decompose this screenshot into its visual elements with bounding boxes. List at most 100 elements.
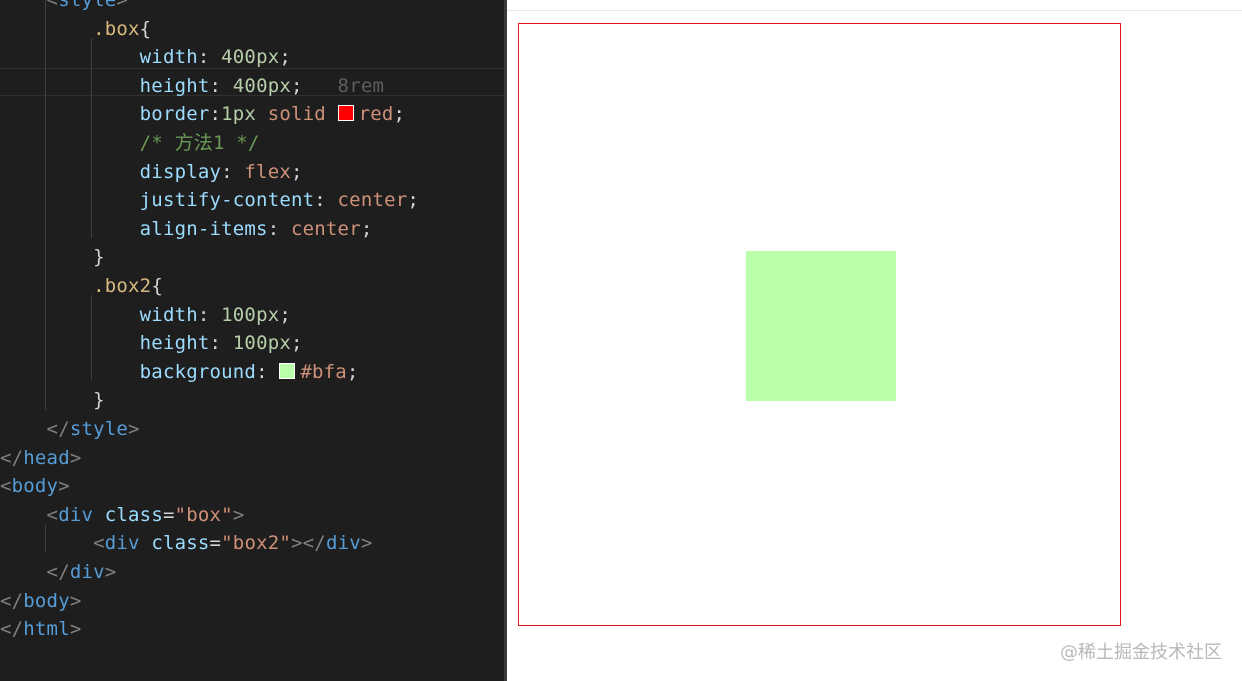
code-line[interactable]: width: 400px; xyxy=(0,43,291,72)
code-line[interactable]: background: #bfa; xyxy=(0,358,359,387)
code-token: div xyxy=(69,561,105,583)
color-swatch-icon[interactable] xyxy=(279,362,296,379)
code-token: 100px xyxy=(221,303,280,326)
code-line[interactable]: </head> xyxy=(0,444,81,473)
code-token: : xyxy=(197,303,222,326)
code-token: background xyxy=(0,360,257,383)
code-token: height xyxy=(0,74,210,97)
code-token: div xyxy=(104,532,140,555)
code-token: ; xyxy=(393,103,406,126)
code-token: ; xyxy=(291,332,303,355)
code-token: ; xyxy=(360,217,373,240)
code-line[interactable]: border:1px solid red; xyxy=(0,100,405,129)
code-token: justify-content xyxy=(0,189,315,212)
code-token: : xyxy=(314,189,338,212)
code-token: 1px xyxy=(221,103,257,126)
code-token: > xyxy=(69,446,82,469)
code-token: "box2" xyxy=(221,532,292,555)
code-token: </ xyxy=(0,561,70,583)
code-token: < xyxy=(0,0,59,11)
code-token: style xyxy=(58,0,117,11)
code-token: : xyxy=(209,74,233,97)
code-token: width xyxy=(0,46,198,69)
code-line[interactable]: </div> xyxy=(0,558,117,587)
code-token: : xyxy=(197,46,222,69)
code-token: < xyxy=(0,503,59,526)
code-line[interactable]: height: 400px; 8rem xyxy=(0,72,384,101)
code-token: solid xyxy=(256,103,338,126)
code-token: class xyxy=(93,503,163,526)
code-line[interactable]: display: flex; xyxy=(0,158,303,187)
code-line[interactable]: </html> xyxy=(0,615,81,644)
code-token: body xyxy=(23,589,70,612)
code-token: > xyxy=(104,561,117,583)
code-token: : xyxy=(221,160,245,183)
code-editor[interactable]: <style> .box{ width: 400px; height: 400p… xyxy=(0,0,504,681)
code-token: div xyxy=(325,532,361,555)
code-token: : xyxy=(209,332,233,355)
code-token: height xyxy=(0,332,210,355)
code-token: : xyxy=(267,217,291,240)
code-token: > xyxy=(58,475,70,498)
code-token: < xyxy=(0,532,105,555)
code-token: div xyxy=(58,503,94,526)
code-token: style xyxy=(69,418,129,440)
code-line[interactable]: width: 100px; xyxy=(0,301,291,330)
code-token: > xyxy=(128,418,140,440)
code-token: : xyxy=(256,360,280,383)
code-token: #bfa xyxy=(300,360,347,383)
code-token: .box xyxy=(0,17,140,40)
code-line[interactable]: justify-content: center; xyxy=(0,186,419,215)
code-token: "box" xyxy=(174,503,233,526)
code-line[interactable]: } xyxy=(0,243,105,272)
browser-preview: @稀土掘金技术社区 xyxy=(507,0,1242,681)
code-token: html xyxy=(23,618,70,641)
code-token: > xyxy=(360,532,373,555)
code-token: = xyxy=(162,503,175,526)
demo-box2 xyxy=(746,251,896,401)
code-token: ; xyxy=(407,189,420,212)
code-token: ; xyxy=(291,74,303,97)
code-line[interactable]: align-items: center; xyxy=(0,215,373,244)
code-line[interactable]: <body> xyxy=(0,472,70,501)
code-token: head xyxy=(23,446,70,469)
code-line[interactable]: height: 100px; xyxy=(0,329,303,358)
color-swatch-icon[interactable] xyxy=(337,105,354,122)
code-token: /* 方法1 */ xyxy=(0,132,260,154)
code-token: = xyxy=(209,532,222,555)
code-line[interactable]: .box2{ xyxy=(0,272,163,301)
code-line[interactable]: </body> xyxy=(0,587,81,616)
code-token: > xyxy=(69,618,82,641)
code-line[interactable]: </style> xyxy=(0,415,140,444)
code-token: { xyxy=(139,17,152,40)
code-line[interactable]: } xyxy=(0,386,105,415)
watermark-text: @稀土掘金技术社区 xyxy=(1060,642,1222,663)
code-token: 400px xyxy=(232,74,291,97)
code-token: > xyxy=(232,503,245,526)
code-token: : xyxy=(209,103,222,126)
code-token: .box2 xyxy=(0,275,152,297)
code-token: flex xyxy=(244,160,291,183)
code-token: center xyxy=(337,189,408,212)
demo-box xyxy=(518,23,1121,626)
code-line[interactable]: /* 方法1 */ xyxy=(0,129,260,158)
code-token: display xyxy=(0,160,222,183)
code-token: { xyxy=(151,275,163,297)
code-token: class xyxy=(139,532,210,555)
code-token: ; xyxy=(279,46,291,69)
code-token: border xyxy=(0,103,210,126)
code-token: align-items xyxy=(0,217,268,240)
code-line[interactable]: <div class="box2"></div> xyxy=(0,529,373,558)
code-token: > xyxy=(69,589,82,612)
code-token: red xyxy=(358,103,394,126)
code-token: ; xyxy=(279,303,291,326)
code-line[interactable]: <style> xyxy=(0,0,128,15)
code-line[interactable]: <div class="box"> xyxy=(0,501,245,530)
code-token: ; xyxy=(290,160,303,183)
code-line[interactable]: .box{ xyxy=(0,15,151,44)
code-token: body xyxy=(11,475,59,498)
code-token: </ xyxy=(0,589,24,612)
code-token: > xyxy=(116,0,129,11)
code-token: </ xyxy=(0,418,70,440)
code-token: width xyxy=(0,303,198,326)
